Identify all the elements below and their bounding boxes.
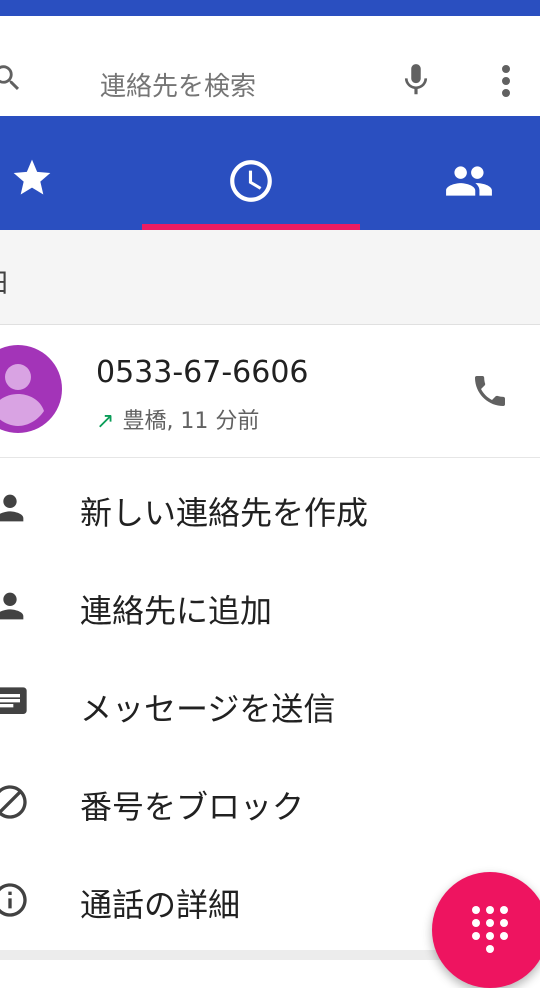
call-number: 0533-67-6606 (96, 355, 309, 390)
dialpad-fab[interactable] (432, 872, 540, 988)
menu-item-label: 新しい連絡先を作成 (80, 494, 369, 532)
avatar[interactable] (0, 345, 62, 433)
status-bar-strip (0, 0, 540, 16)
search-bar[interactable]: 連絡先を検索 (0, 16, 540, 116)
dialpad-icon (472, 906, 508, 953)
microphone-icon[interactable] (397, 60, 435, 100)
star-icon (13, 159, 51, 195)
phone-icon[interactable] (470, 371, 510, 411)
menu-item-label: 連絡先に追加 (80, 592, 273, 630)
call-meta: ↗ 豊橋, 11 分前 (96, 403, 259, 435)
tab-bar (0, 116, 540, 230)
call-actions-menu: 新しい連絡先を作成 連絡先に追加 メッセージを送信 番号をブロック 通話の詳細 (0, 458, 540, 950)
person-add-icon (0, 592, 24, 620)
tab-recents[interactable] (160, 116, 340, 230)
date-section-header: 日 (0, 230, 540, 325)
outgoing-arrow-icon: ↗ (96, 409, 115, 434)
block-icon (0, 785, 27, 819)
message-icon (0, 687, 27, 714)
menu-item-label: 通話の詳細 (80, 886, 241, 924)
call-meta-text: 豊橋, 11 分前 (122, 409, 260, 434)
menu-item-send-message[interactable]: メッセージを送信 (0, 654, 540, 752)
info-icon (0, 883, 27, 917)
people-icon (446, 166, 492, 196)
search-icon[interactable] (0, 61, 24, 95)
clock-icon (230, 160, 272, 202)
menu-item-block-number[interactable]: 番号をブロック (0, 752, 540, 850)
search-input[interactable]: 連絡先を検索 (100, 66, 256, 103)
person-icon (0, 494, 24, 522)
tab-favorites[interactable] (0, 116, 180, 230)
menu-item-label: メッセージを送信 (80, 690, 336, 728)
menu-item-create-contact[interactable]: 新しい連絡先を作成 (0, 458, 540, 556)
more-vert-icon[interactable] (494, 61, 518, 101)
call-log-row[interactable]: 0533-67-6606 ↗ 豊橋, 11 分前 (0, 325, 540, 458)
menu-item-add-to-contact[interactable]: 連絡先に追加 (0, 556, 540, 654)
section-label: 日 (0, 263, 10, 300)
tab-contacts[interactable] (360, 116, 540, 230)
menu-item-label: 番号をブロック (80, 788, 305, 826)
